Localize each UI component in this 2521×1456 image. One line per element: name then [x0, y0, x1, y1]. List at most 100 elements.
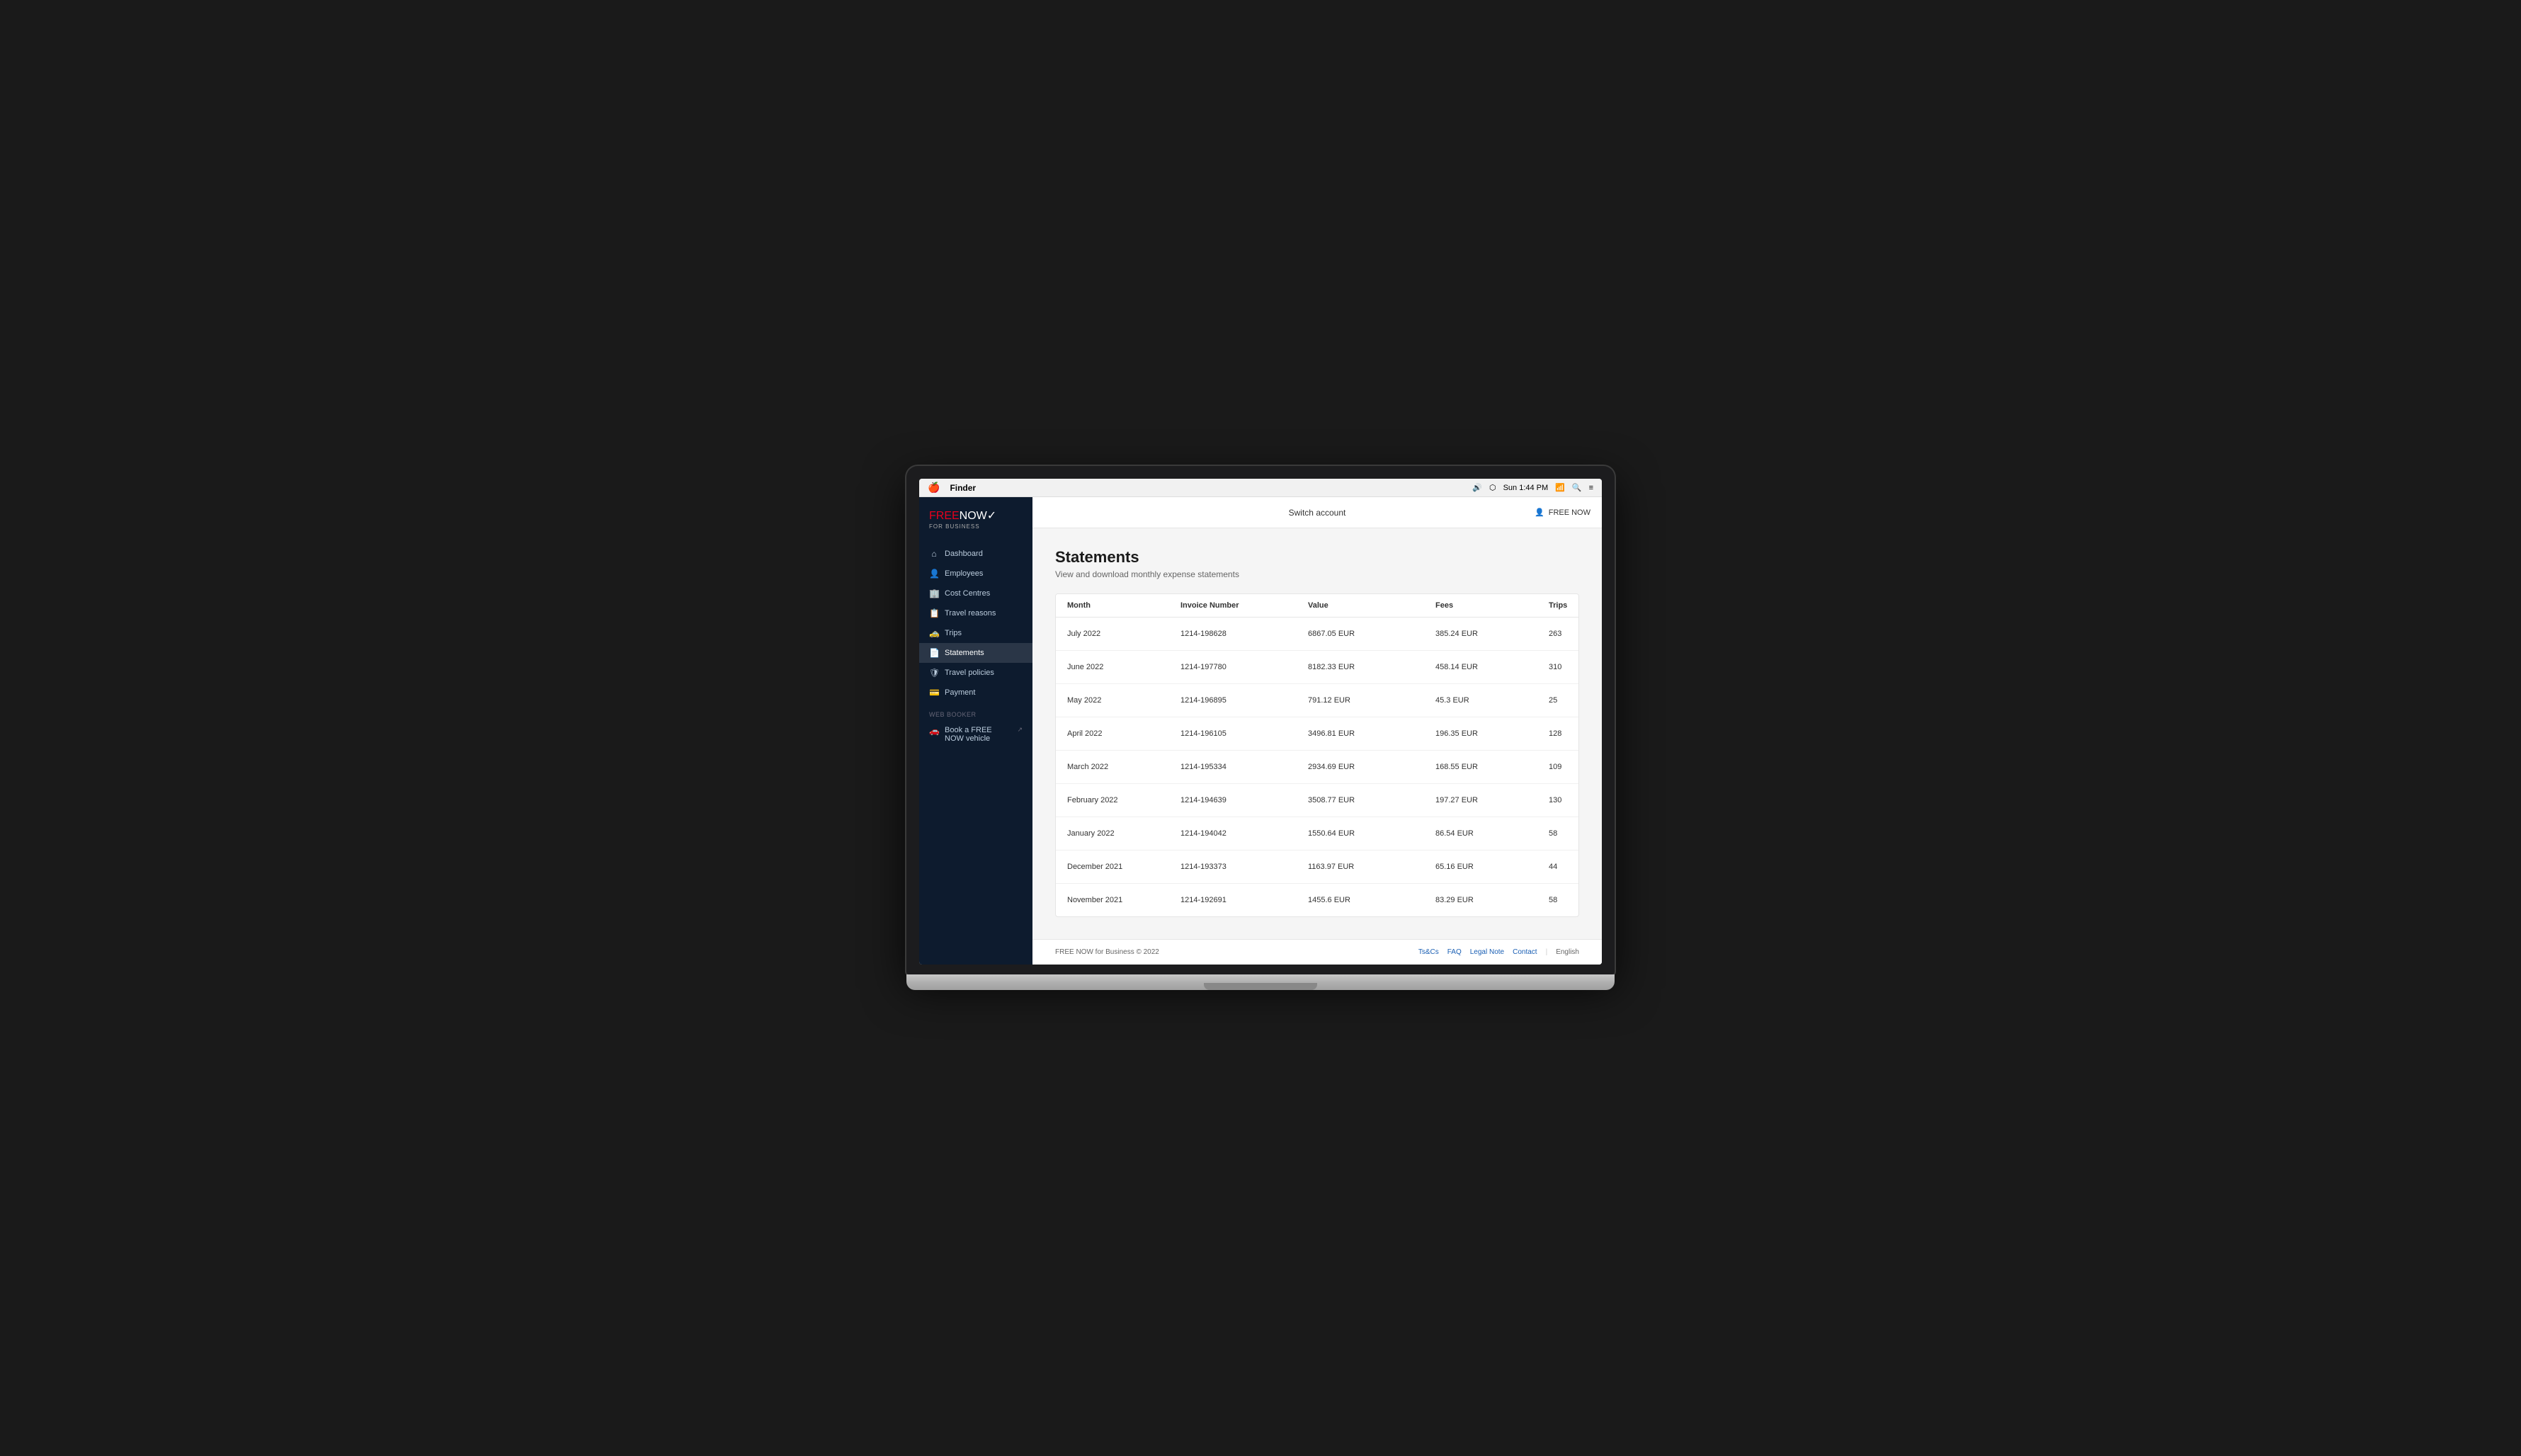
cell-value: 1455.6 EUR [1308, 896, 1435, 904]
switch-account-button[interactable]: Switch account [1289, 508, 1346, 518]
statements-icon: 📄 [929, 648, 939, 658]
user-icon: 👤 [1535, 508, 1544, 517]
cell-fees: 168.55 EUR [1435, 763, 1549, 771]
footer-link-legal[interactable]: Legal Note [1470, 948, 1504, 956]
menubar-left: 🍎 Finder [928, 482, 976, 494]
cell-trips: 58 [1549, 896, 1579, 904]
cell-fees: 385.24 EUR [1435, 630, 1549, 638]
cell-trips: 44 [1549, 863, 1579, 871]
cell-month: December 2021 [1067, 863, 1180, 871]
sidebar-item-travel-reasons[interactable]: 📋 Travel reasons [919, 603, 1032, 623]
cell-invoice: 1214-196105 [1180, 729, 1308, 738]
table-row: July 2022 1214-198628 6867.05 EUR 385.24… [1056, 618, 1578, 651]
wifi-icon: 📶 [1555, 483, 1565, 492]
cell-invoice: 1214-196895 [1180, 696, 1308, 705]
cell-fees: 86.54 EUR [1435, 829, 1549, 838]
sidebar-item-book-vehicle[interactable]: 🚗 Book a FREE NOW vehicle ↗ [919, 721, 1032, 748]
footer-link-tscs[interactable]: Ts&Cs [1418, 948, 1439, 956]
sidebar-item-cost-centres[interactable]: 🏢 Cost Centres [919, 584, 1032, 603]
cell-value: 1550.64 EUR [1308, 829, 1435, 838]
cell-trips: 58 [1549, 829, 1579, 838]
cell-value: 1163.97 EUR [1308, 863, 1435, 871]
page-subtitle: View and download monthly expense statem… [1055, 569, 1579, 579]
laptop-base [906, 974, 1615, 990]
logo-now: NOW [960, 510, 987, 522]
sidebar-item-employees[interactable]: 👤 Employees [919, 564, 1032, 584]
table-row: June 2022 1214-197780 8182.33 EUR 458.14… [1056, 651, 1578, 684]
cell-fees: 197.27 EUR [1435, 796, 1549, 804]
cell-month: July 2022 [1067, 630, 1180, 638]
cell-value: 2934.69 EUR [1308, 763, 1435, 771]
cell-value: 8182.33 EUR [1308, 663, 1435, 671]
main-inner: Statements View and download monthly exp… [1032, 528, 1602, 939]
cell-trips: 130 [1549, 796, 1579, 804]
cell-value: 6867.05 EUR [1308, 630, 1435, 638]
sidebar-label-payment: Payment [945, 688, 975, 697]
th-invoice: Invoice Number [1180, 601, 1308, 610]
cell-fees: 83.29 EUR [1435, 896, 1549, 904]
sidebar-nav: ⌂ Dashboard 👤 Employees 🏢 Cost Centres [919, 538, 1032, 965]
sidebar-item-travel-policies[interactable]: 🛡 Travel policies [919, 663, 1032, 683]
table-row: February 2022 1214-194639 3508.77 EUR 19… [1056, 784, 1578, 817]
book-vehicle-icon: 🚗 [929, 726, 939, 736]
menu-icon[interactable]: ≡ [1589, 484, 1593, 492]
sidebar: FREENOW✓ FOR BUSINESS ⌂ Dashboard 👤 Empl… [919, 497, 1032, 965]
dashboard-icon: ⌂ [929, 549, 939, 559]
cell-month: April 2022 [1067, 729, 1180, 738]
table-row: December 2021 1214-193373 1163.97 EUR 65… [1056, 851, 1578, 884]
cell-fees: 196.35 EUR [1435, 729, 1549, 738]
search-icon[interactable]: 🔍 [1572, 483, 1582, 492]
cell-invoice: 1214-192691 [1180, 896, 1308, 904]
app-container: FREENOW✓ FOR BUSINESS ⌂ Dashboard 👤 Empl… [919, 497, 1602, 965]
cell-invoice: 1214-197780 [1180, 663, 1308, 671]
travel-reasons-icon: 📋 [929, 608, 939, 618]
th-trips: Trips [1549, 601, 1579, 610]
cell-value: 791.12 EUR [1308, 696, 1435, 705]
sidebar-item-trips[interactable]: 🚕 Trips [919, 623, 1032, 643]
topbar-user: 👤 FREE NOW [1535, 508, 1590, 517]
cell-month: May 2022 [1067, 696, 1180, 705]
cell-month: June 2022 [1067, 663, 1180, 671]
page-title: Statements [1055, 548, 1579, 567]
sidebar-label-travel-policies: Travel policies [945, 669, 994, 677]
menubar-app: Finder [950, 483, 976, 493]
employees-icon: 👤 [929, 569, 939, 579]
topbar: Switch account 👤 FREE NOW [1032, 497, 1602, 528]
footer: FREE NOW for Business © 2022 Ts&Cs FAQ L… [1032, 939, 1602, 965]
cell-month: November 2021 [1067, 896, 1180, 904]
cost-centres-icon: 🏢 [929, 588, 939, 598]
screen-bezel: 🍎 Finder 🔊 ⬡ Sun 1:44 PM 📶 🔍 ≡ [906, 466, 1615, 974]
payment-icon: 💳 [929, 688, 939, 698]
th-value: Value [1308, 601, 1435, 610]
table-row: May 2022 1214-196895 791.12 EUR 45.3 EUR… [1056, 684, 1578, 717]
table-row: November 2021 1214-192691 1455.6 EUR 83.… [1056, 884, 1578, 916]
footer-link-contact[interactable]: Contact [1513, 948, 1537, 956]
cell-invoice: 1214-194042 [1180, 829, 1308, 838]
cell-trips: 25 [1549, 696, 1579, 705]
logo-check: ✓ [987, 510, 996, 522]
table-header: Month Invoice Number Value Fees Trips [1056, 594, 1578, 618]
cell-month: March 2022 [1067, 763, 1180, 771]
cell-month: February 2022 [1067, 796, 1180, 804]
laptop-frame: 🍎 Finder 🔊 ⬡ Sun 1:44 PM 📶 🔍 ≡ [906, 466, 1615, 990]
statements-table: Month Invoice Number Value Fees Trips J [1055, 593, 1579, 917]
table-row: March 2022 1214-195334 2934.69 EUR 168.5… [1056, 751, 1578, 784]
external-link-icon: ↗ [1017, 726, 1023, 734]
sidebar-label-dashboard: Dashboard [945, 550, 983, 558]
menubar: 🍎 Finder 🔊 ⬡ Sun 1:44 PM 📶 🔍 ≡ [919, 479, 1602, 497]
th-month: Month [1067, 601, 1180, 610]
footer-link-faq[interactable]: FAQ [1447, 948, 1462, 956]
user-label: FREE NOW [1549, 508, 1590, 517]
sidebar-label-cost-centres: Cost Centres [945, 589, 990, 598]
sidebar-item-payment[interactable]: 💳 Payment [919, 683, 1032, 703]
cell-fees: 65.16 EUR [1435, 863, 1549, 871]
main-content: Statements View and download monthly exp… [1032, 528, 1602, 965]
sidebar-item-dashboard[interactable]: ⌂ Dashboard [919, 544, 1032, 564]
footer-links: Ts&Cs FAQ Legal Note Contact | English [1418, 948, 1579, 956]
laptop-screen: 🍎 Finder 🔊 ⬡ Sun 1:44 PM 📶 🔍 ≡ [919, 479, 1602, 965]
sidebar-label-employees: Employees [945, 569, 983, 578]
cell-invoice: 1214-193373 [1180, 863, 1308, 871]
table-row: April 2022 1214-196105 3496.81 EUR 196.3… [1056, 717, 1578, 751]
footer-language: English [1556, 948, 1579, 956]
sidebar-item-statements[interactable]: 📄 Statements [919, 643, 1032, 663]
